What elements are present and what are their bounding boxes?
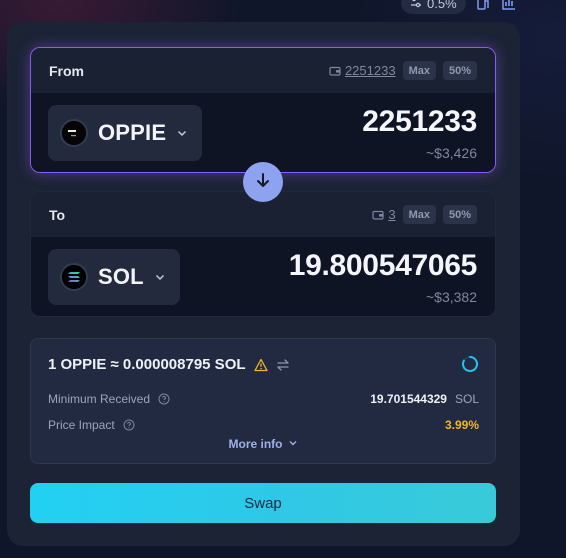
wallet-icon [372,209,384,221]
swap-rate-toggle-icon[interactable] [276,358,290,372]
from-balance-link[interactable]: 2251233 [345,63,396,78]
sol-token-icon [60,263,88,291]
oppie-token-icon [60,119,88,147]
chart-icon[interactable] [500,0,518,12]
rate-row: 1 OPPIE ≈ 0.000008795 SOL [48,356,290,373]
from-token-symbol: OPPIE [98,120,167,145]
to-usd-value: ~$3,382 [426,289,477,305]
from-balance-group: 2251233 Max 50% [329,61,477,80]
help-icon[interactable] [158,393,170,405]
exchange-rate: 1 OPPIE ≈ 0.000008795 SOL [48,356,246,373]
slippage-button[interactable]: 0.5% [401,0,466,14]
to-body: SOL 19.800547065 ~$3,382 [31,237,495,316]
from-body: OPPIE 2251233 ~$3,426 [31,93,495,172]
to-token-symbol: SOL [98,264,144,289]
help-icon[interactable] [123,419,135,431]
to-label: To [49,206,66,223]
to-token-selector[interactable]: SOL [48,249,180,305]
to-max-button[interactable]: Max [402,205,436,224]
slippage-value: 0.5% [427,0,457,11]
from-token-selector[interactable]: OPPIE [48,105,203,161]
more-info-label: More info [228,437,283,451]
swap-direction-button[interactable] [243,162,283,202]
swap-button[interactable]: Swap [30,483,496,523]
minimum-received-value: 19.701544329 [370,392,447,406]
minimum-received-row: Minimum Received 19.701544329 SOL [48,391,479,407]
chevron-down-icon [154,271,166,283]
from-usd-value: ~$3,426 [426,145,477,161]
route-info-card: 1 OPPIE ≈ 0.000008795 SOL Minimum Receiv… [30,338,496,464]
sliders-icon [410,0,422,11]
price-impact-label: Price Impact [48,418,115,432]
to-half-button[interactable]: 50% [442,205,477,224]
bridge-icon[interactable] [474,0,492,12]
more-info-button[interactable]: More info [31,437,495,451]
top-toolbar: 0.5% [401,0,518,14]
arrow-down-icon [254,171,272,194]
minimum-received-label: Minimum Received [48,392,151,406]
wallet-icon [329,65,341,77]
to-amount-output: 19.800547065 [288,249,478,282]
price-impact-row: Price Impact 3.99% [48,417,479,433]
minimum-received-unit: SOL [454,392,479,406]
from-label: From [49,62,84,79]
from-half-button[interactable]: 50% [442,61,477,80]
to-balance-group: 3 Max 50% [372,205,477,224]
from-amount-input[interactable]: 2251233 [362,105,477,139]
to-card: To 3 Max 50% SOL 19.800547065 ~$3,382 [30,191,496,317]
refresh-spinner-icon[interactable] [461,355,479,373]
swap-panel: From 2251233 Max 50% OPPIE 2251233 ~$3,4… [7,22,520,546]
chevron-down-icon [176,127,188,139]
chevron-down-icon [288,437,298,451]
to-balance-link[interactable]: 3 [388,207,395,222]
from-header: From 2251233 Max 50% [31,48,495,93]
warning-icon[interactable] [253,358,268,372]
from-max-button[interactable]: Max [402,61,436,80]
from-card: From 2251233 Max 50% OPPIE 2251233 ~$3,4… [30,47,496,173]
price-impact-value: 3.99% [444,418,479,432]
